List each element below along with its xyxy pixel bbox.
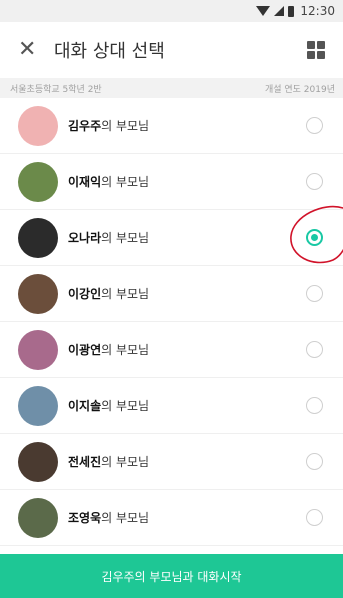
avatar <box>18 385 58 426</box>
contact-name: 이강인 <box>68 287 102 301</box>
contact-row[interactable]: 오나라의 부모님 <box>0 205 343 266</box>
year-label: 개설 연도 2019년 <box>264 84 335 95</box>
contact-suffix: 의 부모님 <box>101 343 150 357</box>
contact-name: 김우주 <box>68 119 102 133</box>
radio-button[interactable] <box>306 285 323 302</box>
status-icons <box>256 5 295 17</box>
contact-list: 김우주의 부모님 이재익의 부모님 오나라의 부모님 이강인의 부모님 이광연의 부모님… <box>0 98 343 546</box>
avatar <box>18 329 58 370</box>
contact-label: 오나라의 부모님 <box>68 229 306 246</box>
contact-suffix: 의 부모님 <box>101 231 150 245</box>
contact-label: 김우주의 부모님 <box>68 117 306 134</box>
contact-suffix: 의 부모님 <box>101 287 150 301</box>
signal-icon <box>274 6 285 16</box>
radio-button[interactable] <box>306 397 323 414</box>
contact-suffix: 의 부모님 <box>101 175 150 189</box>
contact-suffix: 의 부모님 <box>101 399 150 413</box>
status-bar: 12:30 <box>0 0 343 22</box>
contact-row[interactable]: 이광연의 부모님 <box>0 322 343 378</box>
contact-name: 이재익 <box>68 175 102 189</box>
wifi-icon <box>256 6 271 16</box>
status-time: 12:30 <box>300 4 335 18</box>
contact-row[interactable]: 조영욱의 부모님 <box>0 490 343 546</box>
avatar <box>18 497 58 538</box>
contact-label: 이재익의 부모님 <box>68 173 306 190</box>
radio-button[interactable] <box>306 341 323 358</box>
contact-row[interactable]: 전세진의 부모님 <box>0 434 343 490</box>
contact-row[interactable]: 김우주의 부모님 <box>0 98 343 154</box>
header: ✕ 대화 상대 선택 <box>0 22 343 78</box>
class-name: 서울초등학교 5학년 2반 <box>10 84 102 95</box>
grid-icon[interactable] <box>307 41 325 59</box>
contact-label: 전세진의 부모님 <box>68 453 306 470</box>
class-info-bar: 서울초등학교 5학년 2반 개설 연도 2019년 <box>0 78 343 98</box>
contact-suffix: 의 부모님 <box>101 511 150 525</box>
contact-suffix: 의 부모님 <box>101 119 150 133</box>
contact-row[interactable]: 이강인의 부모님 <box>0 266 343 322</box>
radio-button[interactable] <box>306 173 323 190</box>
radio-button[interactable] <box>306 117 323 134</box>
contact-row[interactable]: 이재익의 부모님 <box>0 154 343 210</box>
page-title: 대화 상대 선택 <box>54 41 165 62</box>
contact-label: 이강인의 부모님 <box>68 285 306 302</box>
contact-name: 조영욱 <box>68 511 102 525</box>
avatar <box>18 273 58 314</box>
avatar <box>18 161 58 202</box>
contact-suffix: 의 부모님 <box>101 455 150 469</box>
contact-label: 이지솔의 부모님 <box>68 397 306 414</box>
avatar <box>18 441 58 482</box>
close-icon[interactable]: ✕ <box>18 39 42 61</box>
battery-icon <box>288 5 295 17</box>
contact-name: 오나라 <box>68 231 102 245</box>
contact-name: 이광연 <box>68 343 102 357</box>
radio-button[interactable] <box>306 509 323 526</box>
contact-label: 조영욱의 부모님 <box>68 509 306 526</box>
contact-name: 이지솔 <box>68 399 102 413</box>
contact-label: 이광연의 부모님 <box>68 341 306 358</box>
contact-row[interactable]: 이지솔의 부모님 <box>0 378 343 434</box>
radio-selected[interactable] <box>306 229 323 246</box>
radio-button[interactable] <box>306 453 323 470</box>
avatar <box>18 217 58 258</box>
contact-name: 전세진 <box>68 455 102 469</box>
avatar <box>18 105 58 146</box>
start-chat-button[interactable]: 김우주의 부모님과 대화시작 <box>0 554 343 598</box>
